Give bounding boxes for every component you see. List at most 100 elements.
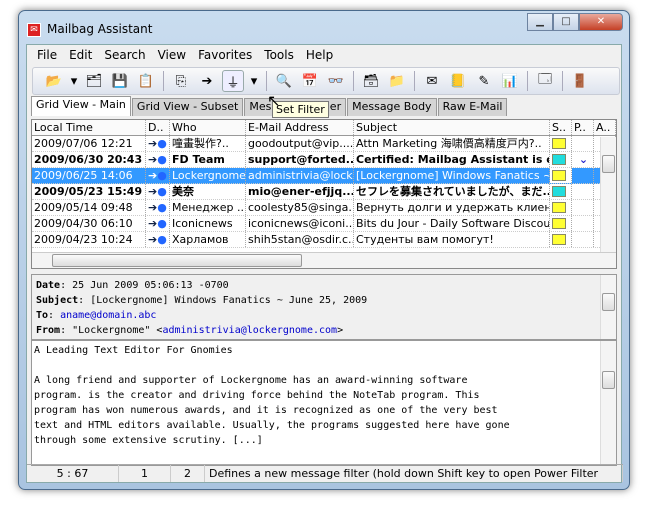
cell-who: Менеджер ...	[172, 200, 246, 215]
menu-search[interactable]: Search	[98, 48, 151, 65]
column-attachment[interactable]: A..	[594, 120, 616, 135]
body-line: through some extensive scrutiny. [...]	[34, 435, 263, 446]
open-dropdown-icon[interactable]: ▾	[69, 70, 79, 92]
column-who[interactable]: Who	[170, 120, 246, 135]
body-line: A long friend and supporter of Lockergno…	[34, 375, 468, 386]
incoming-icon: ➔●	[146, 184, 170, 199]
from-label: From	[36, 325, 61, 336]
column-email[interactable]: E-Mail Address	[246, 120, 354, 135]
toolbar-separator	[414, 71, 415, 91]
priority-cell	[572, 232, 594, 247]
subject-value: [Lockergnome] Windows Fanatics ~ June 25…	[90, 295, 368, 306]
date-label: Date	[36, 280, 61, 291]
cell-time: 2009/05/14 09:48	[32, 200, 146, 215]
unread-envelope-icon	[550, 184, 572, 199]
tab-raw-email[interactable]: Raw E-Mail	[437, 98, 508, 116]
read-envelope-icon	[550, 200, 572, 215]
table-row[interactable]: 2009/06/25 14:06 ➔● Lockergnome administ…	[32, 168, 616, 184]
save-icon[interactable]: 💾	[109, 70, 131, 92]
calendar-icon[interactable]: 📅	[299, 70, 321, 92]
column-local-time[interactable]: Local Time	[32, 120, 146, 135]
search-icon[interactable]: 🔍	[273, 70, 295, 92]
copy-icon[interactable]: ⎘	[170, 70, 192, 92]
priority-cell	[572, 200, 594, 215]
column-priority[interactable]: P..	[572, 120, 594, 135]
table-row[interactable]: 2009/04/30 06:10 ➔● Iconicnews iconicnew…	[32, 216, 616, 232]
cell-email: shih5stan@osdir.c...	[248, 232, 354, 247]
body-line: program has won numerous awards, and it …	[34, 405, 498, 416]
app-icon: ✉	[27, 23, 41, 37]
table-row[interactable]: 2009/07/06 12:21 ➔● 噇畫製作?.. goodoutput@v…	[32, 136, 616, 152]
header-scrollbar[interactable]	[600, 275, 616, 339]
column-direction[interactable]: D..	[146, 120, 170, 135]
menu-edit[interactable]: Edit	[63, 48, 98, 65]
grid-horizontal-scrollbar[interactable]	[32, 252, 616, 268]
from-link[interactable]: administrivia@lockergnome.com	[162, 325, 337, 336]
mailbox-icon[interactable]: 🗂	[83, 70, 105, 92]
message-body-pane: A Leading Text Editor For Gnomies A long …	[31, 340, 617, 466]
to-label: To	[36, 310, 49, 321]
column-status[interactable]: S..	[550, 120, 572, 135]
address-book-icon[interactable]: 📒	[447, 70, 469, 92]
cell-subject: [Lockergnome] Windows Fanatics ~ ...	[356, 168, 550, 183]
status-message: Defines a new message filter (hold down …	[205, 465, 623, 482]
cell-who: 噇畫製作?..	[170, 136, 246, 151]
column-subject[interactable]: Subject	[354, 120, 550, 135]
move-to-icon[interactable]: ➔	[196, 70, 218, 92]
status-count-1: 1	[119, 465, 171, 482]
read-envelope-icon	[550, 232, 572, 247]
filter-dropdown-icon[interactable]: ▾	[248, 70, 260, 92]
open-folder-icon[interactable]: 📂	[43, 70, 65, 92]
menu-bar: File Edit Search View Favorites Tools He…	[27, 45, 621, 65]
cell-subject: Вернуть долги и удержать клиен...	[356, 200, 550, 215]
cell-who: 美奈	[170, 184, 246, 199]
priority-cell	[572, 184, 594, 199]
cell-subject: Студенты вам помогут!	[354, 232, 550, 247]
tab-grid-view-subset[interactable]: Grid View - Subset	[131, 98, 244, 116]
table-row[interactable]: 2009/04/23 10:24 ➔● Харламов shih5stan@o…	[32, 232, 616, 248]
incoming-icon: ➔●	[146, 232, 170, 247]
toolbar-separator	[527, 71, 528, 91]
minimize-button[interactable]: ▁	[527, 13, 553, 31]
table-row[interactable]: 2009/05/14 09:48 ➔● Менеджер ... coolest…	[32, 200, 616, 216]
menu-favorites[interactable]: Favorites	[192, 48, 258, 65]
to-link[interactable]: aname@domain.abc	[60, 310, 156, 321]
body-scrollbar[interactable]	[600, 341, 616, 465]
cell-time: 2009/04/23 10:24	[32, 232, 146, 247]
binoculars-icon[interactable]: 👓	[325, 70, 347, 92]
cell-email: support@forted...	[248, 152, 354, 167]
message-header-pane: Date: 25 Jun 2009 05:06:13 -0700 Subject…	[31, 274, 617, 340]
grid-vertical-scrollbar[interactable]	[600, 137, 616, 252]
tab-grid-view-main[interactable]: Grid View - Main	[31, 96, 131, 116]
body-line	[34, 358, 614, 373]
envelope-icon[interactable]: ✉	[421, 70, 443, 92]
table-row[interactable]: 2009/06/30 20:43 ➔● FD Team support@fort…	[32, 152, 616, 168]
paste-icon[interactable]: 📋	[135, 70, 157, 92]
menu-view[interactable]: View	[152, 48, 192, 65]
filter-icon[interactable]: ⏚	[222, 70, 244, 92]
cell-who: Харламов	[170, 232, 246, 247]
exit-icon[interactable]: 🚪	[569, 70, 591, 92]
cell-time: 2009/06/25 14:06	[32, 168, 146, 183]
folder-icon[interactable]: 📁	[386, 70, 408, 92]
close-button[interactable]: ✕	[579, 13, 623, 31]
priority-cell	[572, 136, 594, 151]
new-folder-icon[interactable]: 🗃	[360, 70, 382, 92]
table-row[interactable]: 2009/05/23 15:49 ➔● 美奈 mio@ener-efjjq...…	[32, 184, 616, 200]
edit-icon[interactable]: ✎	[473, 70, 495, 92]
cell-who: Iconicnews	[170, 216, 246, 231]
properties-icon[interactable]: 🗔	[534, 70, 556, 92]
tooltip: Set Filter	[272, 101, 329, 118]
maximize-button[interactable]: □	[553, 13, 579, 31]
priority-cell	[572, 168, 594, 183]
menu-file[interactable]: File	[31, 48, 63, 65]
cell-email: mio@ener-efjjq...	[248, 184, 354, 199]
menu-tools[interactable]: Tools	[258, 48, 300, 65]
toolbar-separator	[163, 71, 164, 91]
status-bar: 5 : 67 1 2 Defines a new message filter …	[27, 464, 623, 482]
chart-icon[interactable]: 📊	[499, 70, 521, 92]
menu-help[interactable]: Help	[300, 48, 339, 65]
tab-message-body[interactable]: Message Body	[347, 98, 437, 116]
title-bar[interactable]: ✉ Mailbag Assistant ▁ □ ✕	[19, 11, 629, 45]
status-position: 5 : 67	[27, 465, 119, 482]
